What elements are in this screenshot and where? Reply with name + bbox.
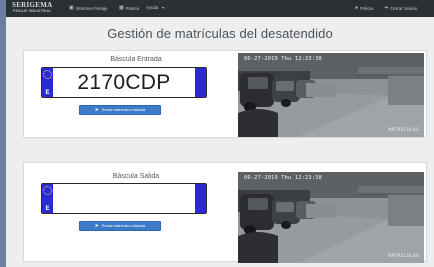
entry-license-plate: E 2170CDP xyxy=(41,67,207,98)
page-title: Gestión de matrículas del desatendido xyxy=(107,26,333,41)
eu-stars-icon xyxy=(43,186,52,195)
exit-camera-image xyxy=(238,172,424,263)
exit-send-plate-label: Enviar matrícula a báscula xyxy=(101,224,146,228)
eu-band: E xyxy=(42,68,53,97)
plate-right-band xyxy=(195,68,206,97)
entry-plate-number[interactable]: 2170CDP xyxy=(53,68,195,97)
nav-item-informes-label: Informes Pesaje xyxy=(75,5,108,11)
exit-license-plate: E xyxy=(41,183,207,214)
nav-user[interactable]: ● Policia xyxy=(355,5,373,11)
plate-country-code: E xyxy=(45,90,50,96)
exit-plate-number[interactable] xyxy=(53,184,195,213)
entry-camera-label: MATRICULAS xyxy=(388,128,419,133)
brand-tagline: PESAJE INDUSTRIAL xyxy=(13,9,52,13)
brand-name: SERIGEMA xyxy=(12,1,53,9)
entry-scale-panel: Báscula Entrada E 2170CDP ➤ Enviar matrí… xyxy=(23,50,427,138)
caret-down-icon: ▼ xyxy=(161,5,165,10)
exit-camera-label: MATRICULAS xyxy=(388,254,419,259)
nav-user-label: Policia xyxy=(360,5,373,11)
exit-scale-title: Báscula Salida xyxy=(112,173,160,180)
logout-icon: ➜ xyxy=(384,5,389,11)
nav-item-ayuda[interactable]: Ayuda ▼ xyxy=(146,5,165,10)
plate-country-code: E xyxy=(45,206,50,212)
entry-send-plate-button[interactable]: ➤ Enviar matrícula a báscula xyxy=(79,105,161,115)
brand-logo[interactable]: SERIGEMA PESAJE INDUSTRIAL xyxy=(12,2,53,13)
exit-send-plate-button[interactable]: ➤ Enviar matrícula a báscula xyxy=(79,221,161,231)
entry-camera-timestamp: 06-27-2019 Thu 12:23:38 xyxy=(244,56,322,62)
nav-item-informes[interactable]: ▣ Informes Pesaje xyxy=(69,5,107,11)
top-navbar: SERIGEMA PESAJE INDUSTRIAL ▣ Informes Pe… xyxy=(6,0,434,17)
plate-right-band xyxy=(195,184,206,213)
nav-logout-label: Cerrar Sesión xyxy=(390,5,418,11)
nav-item-ayuda-label: Ayuda xyxy=(146,5,159,10)
eu-band: E xyxy=(42,184,53,213)
nav-logout[interactable]: ➜ Cerrar Sesión xyxy=(384,5,417,11)
arrow-right-icon: ➤ xyxy=(94,106,99,113)
nav-item-policia-label: Policía xyxy=(125,5,139,11)
entry-send-plate-label: Enviar matrícula a báscula xyxy=(101,108,146,112)
entry-scale-title: Báscula Entrada xyxy=(110,56,162,63)
exit-scale-panel: Báscula Salida E ➤ Enviar matrícula a bá… xyxy=(23,162,427,263)
app-window: SERIGEMA PESAJE INDUSTRIAL ▣ Informes Pe… xyxy=(6,0,434,267)
entry-camera-feed: 06-27-2019 Thu 12:23:38 MATRICULAS xyxy=(238,53,424,137)
eu-stars-icon xyxy=(43,70,52,79)
user-icon: ● xyxy=(355,5,359,11)
arrow-right-icon: ➤ xyxy=(94,222,99,229)
entry-camera-image xyxy=(238,53,424,137)
document-icon: ▣ xyxy=(69,5,74,11)
nav-item-policia[interactable]: ▩ Policía xyxy=(119,5,139,11)
exit-camera-timestamp: 06-27-2019 Thu 12:23:38 xyxy=(244,175,322,181)
exit-camera-feed: 06-27-2019 Thu 12:23:38 MATRICULAS xyxy=(238,172,424,263)
camera-icon: ▩ xyxy=(119,5,124,11)
